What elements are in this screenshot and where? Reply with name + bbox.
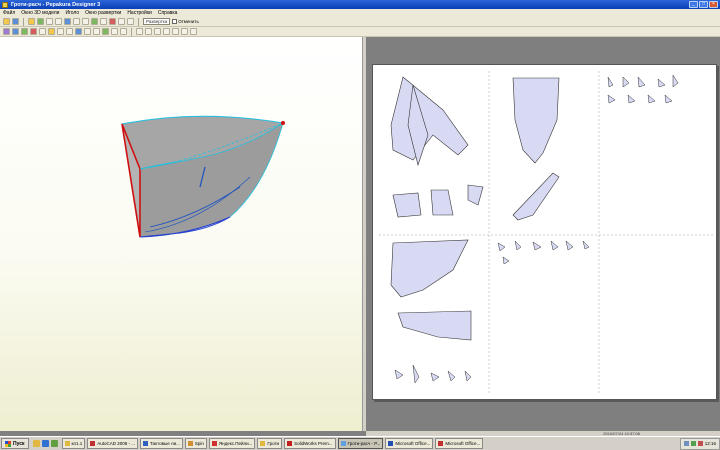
task-label: Microsoft Office... — [395, 441, 431, 446]
3d-view[interactable] — [0, 37, 363, 431]
task-label: Гроти — [267, 441, 280, 446]
task-button[interactable]: кп1.1 — [61, 438, 86, 449]
layout-icon[interactable] — [93, 28, 100, 35]
clock: 12:16 — [704, 441, 716, 446]
align-right-icon[interactable] — [154, 28, 161, 35]
task-label: AutoCAD 2008 - ... — [97, 441, 135, 446]
menu-file[interactable]: Файл — [3, 10, 15, 16]
flap-icon[interactable] — [109, 18, 116, 25]
task-label: Гроти-расч - P... — [347, 441, 381, 446]
page-icon[interactable] — [111, 28, 118, 35]
unfold-icon[interactable] — [28, 18, 35, 25]
task-label: кп1.1 — [71, 441, 83, 446]
valley-fold-icon[interactable] — [66, 28, 73, 35]
edges-toggle-icon[interactable] — [190, 28, 197, 35]
browser-icon[interactable] — [41, 440, 49, 447]
2d-pattern-view[interactable] — [366, 37, 720, 431]
tray-icon[interactable] — [697, 441, 703, 446]
task-label: Тактовые ли... — [150, 441, 180, 446]
text-icon[interactable] — [75, 28, 82, 35]
page-setup-icon[interactable] — [120, 28, 127, 35]
hull-3d-model[interactable] — [0, 37, 363, 431]
mountain-fold-icon[interactable] — [57, 28, 64, 35]
glue-icon[interactable] — [39, 28, 46, 35]
task-label: SolidWorks Prem... — [294, 441, 333, 446]
task-button[interactable]: AutoCAD 2008 - ... — [87, 438, 138, 449]
window-icon[interactable] — [118, 18, 125, 25]
task-button[interactable]: Microsoft Office... — [435, 438, 484, 449]
close-button[interactable]: × — [709, 1, 718, 8]
menu-3d-window[interactable]: Окно 3D модели — [21, 10, 59, 16]
cut-icon[interactable] — [30, 28, 37, 35]
toolbar-separator — [138, 17, 139, 26]
menu-help[interactable]: Справка — [158, 10, 178, 16]
tray-icon[interactable] — [690, 441, 696, 446]
align-center-icon[interactable] — [145, 28, 152, 35]
window-title: Гроти-расч - Pepakura Designer 3 — [11, 1, 101, 8]
pan-icon[interactable] — [82, 18, 89, 25]
unfolded-parts — [379, 71, 713, 395]
texture-icon[interactable] — [37, 18, 44, 25]
zoom-icon[interactable] — [73, 18, 80, 25]
task-button[interactable]: SolidWorks Prem... — [284, 438, 336, 449]
desktop-icon[interactable] — [50, 440, 58, 447]
rotate-icon[interactable] — [64, 18, 71, 25]
task-label: Spin — [194, 441, 204, 446]
maximize-button[interactable]: □ — [699, 1, 708, 8]
undo-icon[interactable] — [46, 18, 53, 25]
task-button[interactable]: Microsoft Office... — [385, 438, 434, 449]
image-icon[interactable] — [84, 28, 91, 35]
tray-icon[interactable] — [683, 441, 689, 446]
system-tray: 12:16 — [679, 437, 720, 450]
folder-icon[interactable] — [32, 440, 40, 447]
menu-settings[interactable]: Настройки — [127, 10, 152, 16]
task-label: Яндекс.Пейли... — [218, 441, 253, 446]
cancel-checkbox[interactable]: Отменить — [172, 19, 199, 24]
toolbar-separator — [131, 27, 132, 36]
numbers-icon[interactable] — [172, 28, 179, 35]
redo-icon[interactable] — [55, 18, 62, 25]
task-button-active[interactable]: Гроти-расч - P... — [337, 438, 384, 449]
rotate-part-icon[interactable] — [21, 28, 28, 35]
cancel-checkbox-label: Отменить — [178, 19, 199, 24]
quick-launch — [31, 440, 60, 447]
task-button[interactable]: Spin — [184, 438, 207, 449]
menu-edit[interactable]: Иголо — [65, 10, 79, 16]
start-button[interactable]: Пуск — [1, 438, 29, 449]
window2-icon[interactable] — [127, 18, 134, 25]
task-label: Microsoft Office... — [445, 441, 481, 446]
move-icon[interactable] — [12, 28, 19, 35]
flaps-toggle-icon[interactable] — [181, 28, 188, 35]
paper-sheet — [372, 64, 717, 400]
menu-bar: Файл Окно 3D модели Иголо Окно развертки… — [0, 9, 720, 17]
save-icon[interactable] — [12, 18, 19, 25]
align-left-icon[interactable] — [136, 28, 143, 35]
windows-logo-icon — [5, 440, 11, 447]
edit-toolbar — [0, 27, 720, 37]
split-edge-icon[interactable] — [100, 18, 107, 25]
task-button[interactable]: Тактовые ли... — [140, 438, 183, 449]
open-icon[interactable] — [3, 18, 10, 25]
fold-icon[interactable] — [48, 28, 55, 35]
title-bar: Гроти-расч - Pepakura Designer 3 _ □ × — [0, 0, 720, 9]
app-icon — [2, 1, 8, 8]
print-icon[interactable] — [102, 28, 109, 35]
unfold-field[interactable]: Развертка — [143, 18, 171, 25]
grid-icon[interactable] — [163, 28, 170, 35]
toolbar-separator — [23, 17, 24, 26]
select-icon[interactable] — [3, 28, 10, 35]
task-button[interactable]: Яндекс.Пейли... — [208, 438, 256, 449]
main-toolbar: Развертка Отменить — [0, 17, 720, 27]
taskbar: Пуск кп1.1 AutoCAD 2008 - ... Тактовые л… — [0, 436, 720, 450]
task-button[interactable]: Гроти — [257, 438, 283, 449]
start-label: Пуск — [13, 440, 25, 447]
join-edge-icon[interactable] — [91, 18, 98, 25]
menu-2d-window[interactable]: Окно развертки — [85, 10, 121, 16]
minimize-button[interactable]: _ — [689, 1, 698, 8]
